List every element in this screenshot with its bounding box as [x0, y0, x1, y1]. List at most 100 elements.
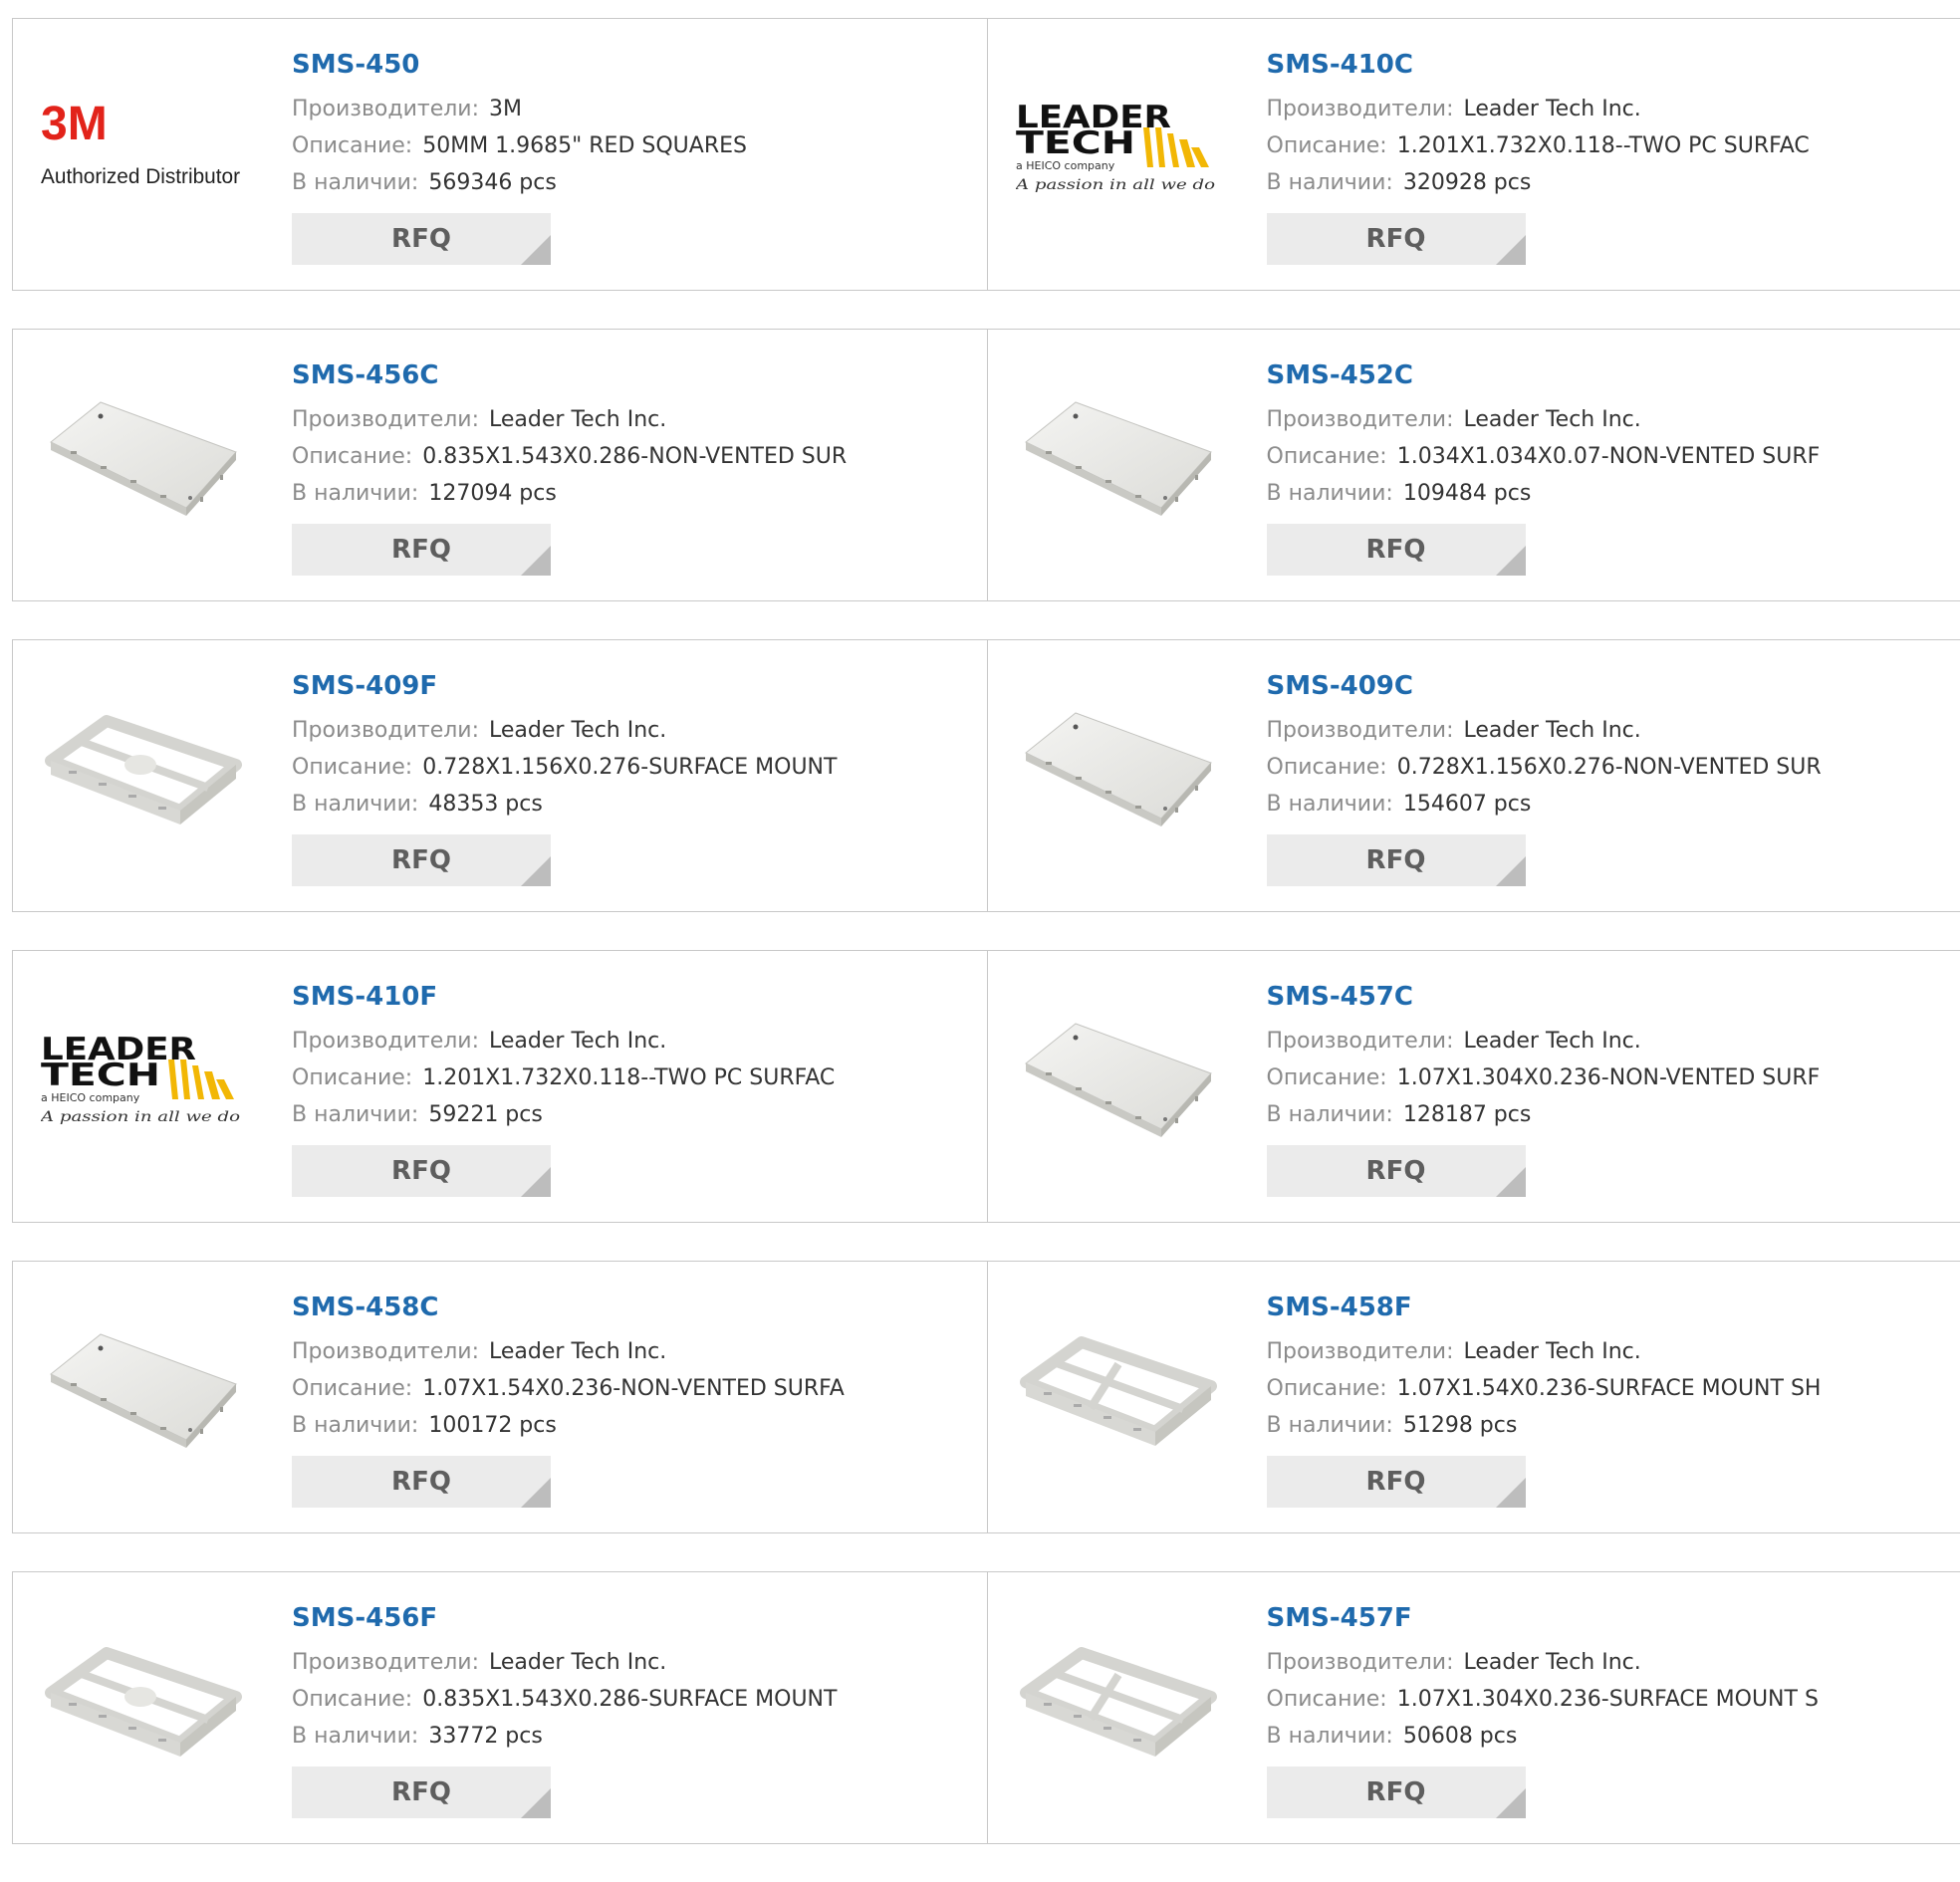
description-row: Описание: 1.034X1.034X0.07-NON-VENTED SUR… [1267, 438, 1821, 475]
part-number-link[interactable]: SMS-458F [1267, 1290, 1822, 1325]
rfq-button[interactable]: RFQ [292, 1145, 551, 1197]
rfq-corner-decoration [521, 1788, 551, 1818]
product-row: 3M Authorized Distributor SMS-450 Произв… [12, 18, 1960, 291]
manufacturer-value: Leader Tech Inc. [1464, 1029, 1641, 1054]
rfq-corner-decoration [521, 1478, 551, 1508]
stock-value: 100172 pcs [428, 1413, 557, 1438]
description-value: 1.201X1.732X0.118--TWO PC SURFAC [1397, 133, 1810, 158]
description-label: Описание: [292, 1065, 412, 1090]
product-row: LEADER TECH a HEICO company A passion in… [12, 950, 1960, 1223]
rfq-button[interactable]: RFQ [292, 524, 551, 576]
rfq-button[interactable]: RFQ [292, 1766, 551, 1818]
description-value: 1.07X1.54X0.236-NON-VENTED SURFA [422, 1376, 845, 1401]
rfq-button[interactable]: RFQ [292, 1456, 551, 1508]
rfq-label: RFQ [1366, 1777, 1426, 1807]
part-number-link[interactable]: SMS-456F [292, 1600, 837, 1636]
description-label: Описание: [1267, 444, 1387, 469]
stock-row: В наличии:127094 pcs [292, 475, 847, 512]
product-image[interactable] [1016, 365, 1221, 555]
rfq-corner-decoration [521, 856, 551, 886]
rfq-corner-decoration [521, 1167, 551, 1197]
stock-value: 320928 pcs [1403, 170, 1532, 195]
rfq-button[interactable]: RFQ [292, 834, 551, 886]
description-label: Описание: [292, 1376, 412, 1401]
stock-label: В наличии: [1267, 1102, 1393, 1127]
stock-value: 154607 pcs [1403, 792, 1532, 817]
svg-text:TECH: TECH [41, 1058, 160, 1093]
stock-label: В наличии: [1267, 1413, 1393, 1438]
description-value: 1.07X1.304X0.236-NON-VENTED SURF [1397, 1065, 1821, 1090]
description-value: 0.728X1.156X0.276-NON-VENTED SUR [1397, 755, 1822, 780]
svg-text:A passion in all we do: A passion in all we do [1016, 177, 1215, 193]
description-value: 1.034X1.034X0.07-NON-VENTED SURF [1397, 444, 1821, 469]
rfq-label: RFQ [391, 1777, 451, 1807]
description-label: Описание: [1267, 755, 1387, 780]
manufacturer-value: Leader Tech Inc. [489, 1029, 666, 1054]
rfq-button[interactable]: RFQ [1267, 1766, 1526, 1818]
description-label: Описание: [292, 755, 412, 780]
rfq-label: RFQ [1366, 1467, 1426, 1497]
product-grid: 3M Authorized Distributor SMS-450 Произв… [12, 18, 1960, 1882]
manufacturer-value: Leader Tech Inc. [489, 1650, 666, 1675]
product-image[interactable] [41, 676, 246, 865]
part-number-link[interactable]: SMS-458C [292, 1290, 845, 1325]
svg-text:a HEICO company: a HEICO company [1016, 159, 1115, 172]
product-image[interactable] [1016, 1608, 1221, 1797]
description-value: 50MM 1.9685" RED SQUARES [422, 133, 747, 158]
rfq-button[interactable]: RFQ [1267, 1456, 1526, 1508]
manufacturer-row: Производители:Leader Tech Inc. [1267, 1023, 1821, 1059]
svg-text:A passion in all we do: A passion in all we do [41, 1109, 240, 1125]
svg-text:a HEICO company: a HEICO company [41, 1091, 140, 1104]
stock-label: В наличии: [292, 170, 418, 195]
logo-leadertech-image[interactable]: LEADER TECH a HEICO company A passion in… [1016, 55, 1221, 244]
description-row: Описание:1.201X1.732X0.118--TWO PC SURFA… [1267, 127, 1810, 164]
product-image[interactable] [41, 1297, 246, 1487]
description-label: Описание: [1267, 1376, 1387, 1401]
product-image[interactable] [1016, 987, 1221, 1176]
description-value: 1.07X1.54X0.236-SURFACE MOUNT SH [1397, 1376, 1822, 1401]
description-value: 1.07X1.304X0.236-SURFACE MOUNT S [1397, 1687, 1819, 1712]
rfq-button[interactable]: RFQ [292, 213, 551, 265]
rfq-button[interactable]: RFQ [1267, 213, 1526, 265]
stock-label: В наличии: [292, 1102, 418, 1127]
part-number-link[interactable]: SMS-409C [1267, 668, 1822, 704]
manufacturer-value: Leader Tech Inc. [1464, 718, 1641, 743]
product-image[interactable] [41, 1608, 246, 1797]
part-number-link[interactable]: SMS-410F [292, 979, 835, 1015]
product-card: SMS-452C Производители:Leader Tech Inc. … [987, 330, 1960, 600]
product-info: SMS-457C Производители:Leader Tech Inc. … [1267, 979, 1821, 1197]
part-number-link[interactable]: SMS-410C [1267, 47, 1810, 83]
rfq-button[interactable]: RFQ [1267, 524, 1526, 576]
description-row: Описание:0.835X1.543X0.286-SURFACE MOUNT [292, 1681, 837, 1718]
stock-value: 33772 pcs [428, 1724, 543, 1749]
product-image[interactable] [1016, 676, 1221, 865]
manufacturer-row: Производители:Leader Tech Inc. [1267, 1644, 1819, 1681]
product-row: SMS-458C Производители:Leader Tech Inc. … [12, 1261, 1960, 1533]
manufacturer-row: Производители:Leader Tech Inc. [1267, 712, 1822, 749]
description-label: Описание: [1267, 1687, 1387, 1712]
rfq-label: RFQ [1366, 1156, 1426, 1186]
rfq-corner-decoration [1496, 1167, 1526, 1197]
logo-leadertech-image[interactable]: LEADER TECH a HEICO company A passion in… [41, 987, 246, 1176]
stock-label: В наличии: [292, 1724, 418, 1749]
manufacturer-label: Производители: [292, 97, 479, 121]
logo-3m-image[interactable]: 3M Authorized Distributor [41, 55, 246, 244]
part-number-link[interactable]: SMS-456C [292, 357, 847, 393]
part-number-link[interactable]: SMS-452C [1267, 357, 1821, 393]
part-number-link[interactable]: SMS-450 [292, 47, 747, 83]
product-card: SMS-457C Производители:Leader Tech Inc. … [987, 951, 1960, 1222]
product-row: SMS-456C Производители:Leader Tech Inc. … [12, 329, 1960, 601]
product-info: SMS-458F Производители:Leader Tech Inc. … [1267, 1290, 1822, 1508]
product-card: SMS-456C Производители:Leader Tech Inc. … [13, 330, 987, 600]
description-row: Описание:1.07X1.304X0.236-NON-VENTED SUR… [1267, 1059, 1821, 1096]
product-image[interactable] [41, 365, 246, 555]
rfq-button[interactable]: RFQ [1267, 834, 1526, 886]
product-image[interactable] [1016, 1297, 1221, 1487]
product-info: SMS-409C Производители:Leader Tech Inc. … [1267, 668, 1822, 886]
rfq-label: RFQ [391, 1467, 451, 1497]
rfq-button[interactable]: RFQ [1267, 1145, 1526, 1197]
part-number-link[interactable]: SMS-457C [1267, 979, 1821, 1015]
rfq-label: RFQ [391, 845, 451, 875]
part-number-link[interactable]: SMS-457F [1267, 1600, 1819, 1636]
part-number-link[interactable]: SMS-409F [292, 668, 837, 704]
